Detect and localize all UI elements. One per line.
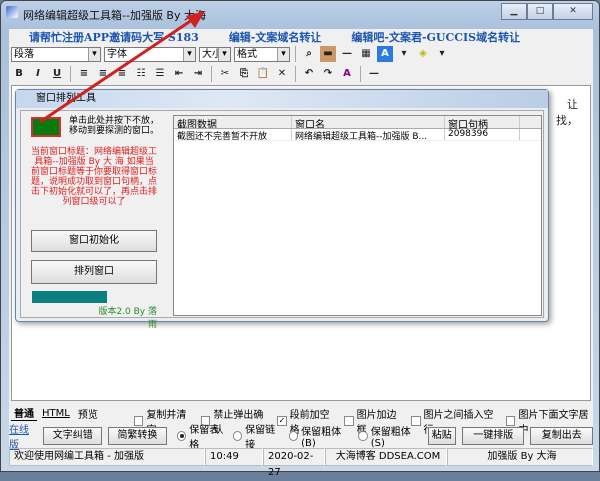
annotation-arrow	[39, 11, 205, 124]
